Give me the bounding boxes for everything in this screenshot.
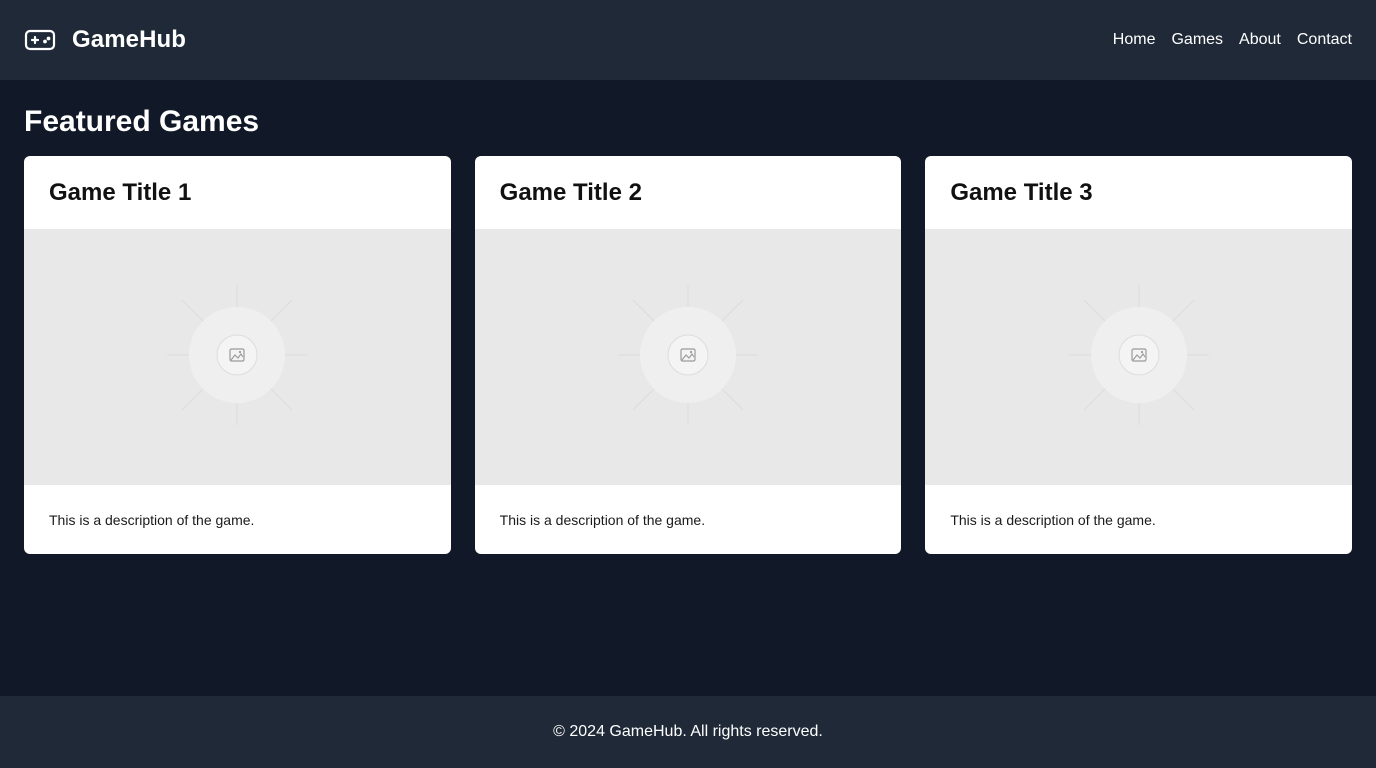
game-card-description: This is a description of the game. (950, 511, 1156, 528)
image-placeholder-icon (167, 284, 308, 430)
game-card-title: Game Title 2 (499, 178, 642, 206)
main-content: Featured Games Game Title 1 This is a de… (0, 80, 1376, 554)
page-title: Featured Games (24, 105, 260, 138)
image-placeholder-icon (617, 284, 758, 430)
site-footer: © 2024 GameHub. All rights reserved. (0, 696, 1376, 768)
game-card-title: Game Title 3 (950, 178, 1093, 206)
nav-contact-link[interactable]: Contact (1297, 27, 1352, 53)
game-grid: Game Title 1 This is a description of th… (24, 156, 1352, 554)
brand[interactable]: GameHub (24, 24, 186, 56)
game-card-image (24, 229, 451, 485)
game-card[interactable]: Game Title 1 This is a description of th… (24, 156, 451, 554)
main-nav: Home Games About Contact (1113, 27, 1352, 53)
image-placeholder-icon (1068, 284, 1209, 430)
nav-games-link[interactable]: Games (1171, 27, 1223, 53)
brand-name: GameHub (72, 26, 187, 53)
game-card[interactable]: Game Title 2 This is a description of th… (474, 156, 902, 554)
game-card-title: Game Title 1 (49, 178, 192, 206)
game-card-image (474, 229, 902, 485)
copyright-text: © 2024 GameHub. All rights reserved. (553, 723, 823, 740)
nav-home-link[interactable]: Home (1113, 27, 1156, 53)
site-header: GameHub Home Games About Contact (0, 0, 1376, 80)
game-card-description: This is a description of the game. (49, 511, 255, 528)
game-card[interactable]: Game Title 3 This is a description of th… (925, 156, 1352, 554)
gamepad-icon (24, 24, 56, 56)
nav-about-link[interactable]: About (1239, 27, 1281, 53)
game-card-description: This is a description of the game. (499, 511, 706, 528)
game-card-image (925, 229, 1352, 485)
